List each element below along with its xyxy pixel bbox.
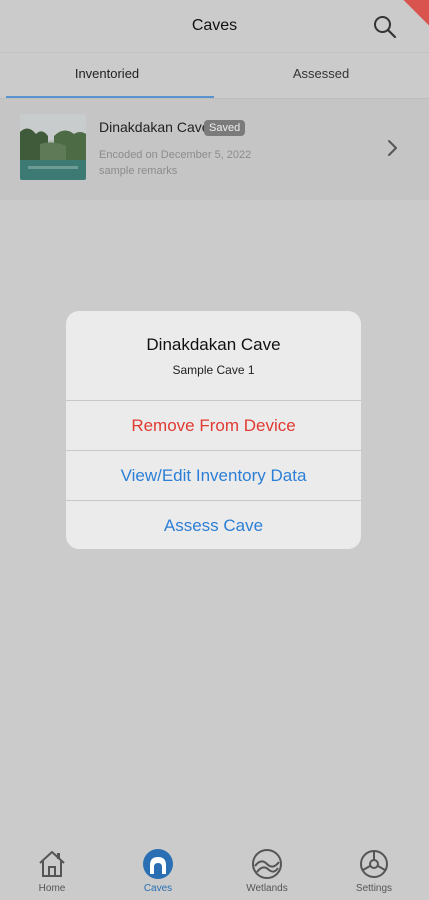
nav-item-caves[interactable]: Caves [118, 836, 198, 900]
wetlands-icon [252, 849, 282, 879]
nav-label-settings: Settings [355, 883, 393, 894]
cave-thumbnail [20, 114, 86, 180]
remove-from-device-button[interactable]: Remove From Device [66, 400, 361, 450]
cave-icon [143, 849, 173, 879]
bottom-navigation: Home Caves Wetlands Settings [0, 836, 429, 900]
tab-inventoried[interactable]: Inventoried [0, 53, 214, 97]
cave-list-item[interactable]: Dinakdakan Cave Saved Encoded on Decembe… [0, 99, 429, 200]
tab-assessed[interactable]: Assessed [214, 53, 428, 97]
action-sheet-dialog: Dinakdakan Cave Sample Cave 1 Remove Fro… [66, 311, 361, 549]
home-icon [39, 851, 65, 877]
nav-item-home[interactable]: Home [12, 836, 92, 900]
dialog-title: Dinakdakan Cave [146, 335, 281, 354]
cave-remarks: sample remarks [99, 165, 178, 177]
encoded-date: Encoded on December 5, 2022 [99, 149, 252, 161]
settings-icon [360, 850, 388, 878]
nav-label-home: Home [38, 883, 66, 894]
page-title: Caves [191, 17, 238, 34]
dialog-subtitle: Sample Cave 1 [172, 363, 255, 377]
cave-name: Dinakdakan Cave [99, 119, 210, 135]
search-icon[interactable] [372, 14, 398, 40]
nav-label-wetlands: Wetlands [246, 883, 288, 894]
assess-cave-button[interactable]: Assess Cave [66, 500, 361, 549]
nav-item-settings[interactable]: Settings [334, 836, 414, 900]
view-edit-inventory-button[interactable]: View/Edit Inventory Data [66, 450, 361, 500]
nav-label-caves: Caves [143, 883, 173, 894]
status-badge: Saved [204, 120, 246, 136]
chevron-right-icon [388, 140, 397, 156]
nav-item-wetlands[interactable]: Wetlands [227, 836, 307, 900]
tab-bar: Inventoried Assessed [0, 52, 429, 99]
app-header: Caves [0, 0, 429, 52]
caves-screen: Caves Inventoried Assessed Dinakdakan Ca… [0, 0, 429, 900]
